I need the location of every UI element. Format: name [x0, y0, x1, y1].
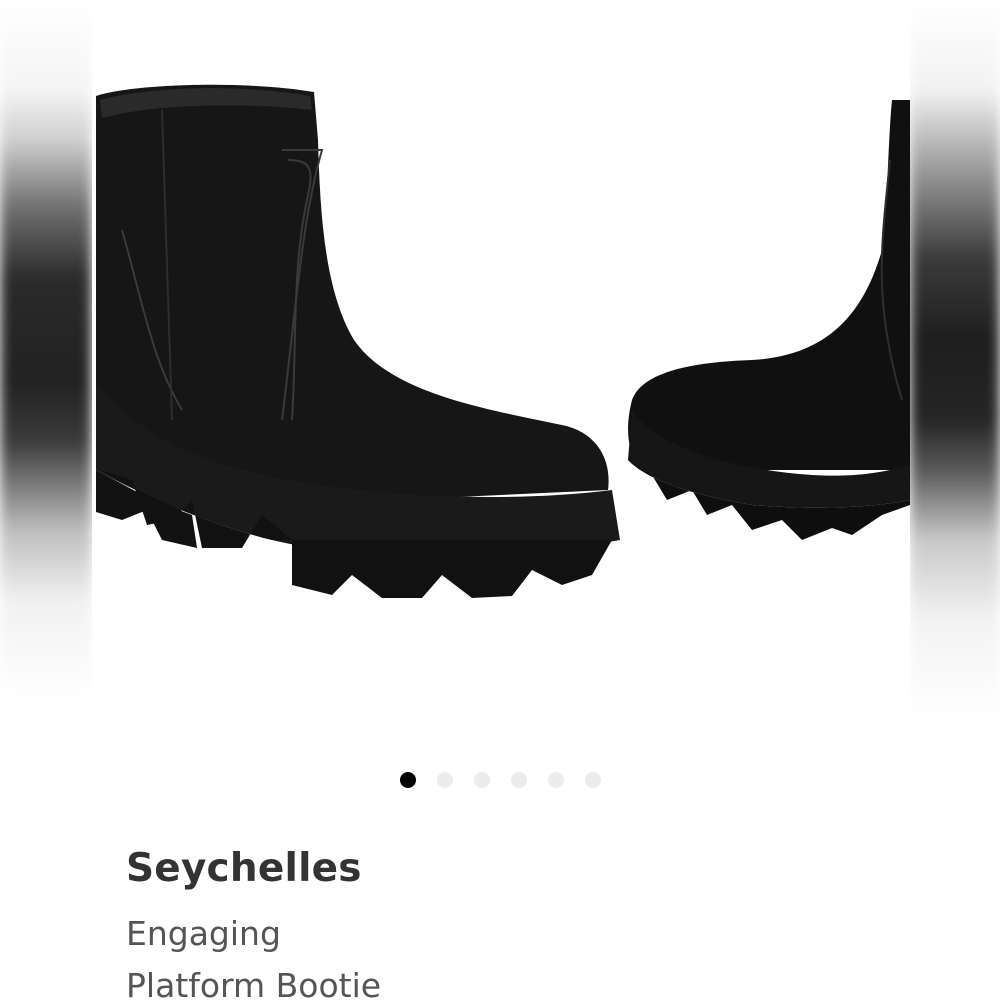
blurred-background-left	[0, 0, 92, 1000]
product-name: Engaging Platform Bootie	[126, 908, 381, 1000]
boot-right-upper	[628, 100, 910, 470]
carousel-dots	[400, 772, 601, 788]
blurred-background-right	[910, 0, 1000, 1000]
product-name-line-1: Engaging	[126, 914, 281, 953]
carousel-dot-6[interactable]	[585, 772, 601, 788]
boot-left	[96, 84, 620, 598]
boot-right	[628, 100, 910, 540]
carousel-dot-5[interactable]	[548, 772, 564, 788]
carousel-dot-3[interactable]	[474, 772, 490, 788]
carousel-dot-1[interactable]	[400, 772, 416, 788]
boot-left-upper	[96, 84, 609, 500]
product-image[interactable]	[92, 0, 910, 740]
screen: Seychelles Engaging Platform Bootie	[0, 0, 1000, 1000]
product-card: Seychelles Engaging Platform Bootie	[92, 0, 910, 1000]
product-brand[interactable]: Seychelles	[126, 846, 362, 891]
product-name-line-2: Platform Bootie	[126, 966, 382, 1000]
carousel-dot-2[interactable]	[437, 772, 453, 788]
carousel-dot-4[interactable]	[511, 772, 527, 788]
